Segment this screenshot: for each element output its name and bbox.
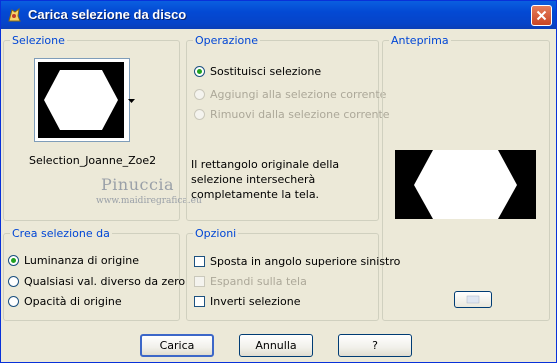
checker-icon bbox=[466, 295, 480, 304]
radio-source-opacity[interactable]: Opacità di origine bbox=[8, 295, 122, 308]
radio-button[interactable] bbox=[8, 276, 19, 287]
radio-source-luminance[interactable]: Luminanza di origine bbox=[8, 254, 139, 267]
load-button[interactable]: Carica bbox=[140, 334, 214, 357]
preview-image bbox=[395, 150, 536, 219]
cancel-button[interactable]: Annulla bbox=[239, 334, 313, 357]
checkbox-move-top-left[interactable]: Sposta in angolo superiore sinistro bbox=[194, 255, 400, 268]
checkbox[interactable] bbox=[194, 256, 205, 267]
preview-shape-icon bbox=[414, 150, 517, 219]
radio-any-nonzero[interactable]: Qualsiasi val. diverso da zero bbox=[8, 275, 185, 288]
options-group-label: Opzioni bbox=[193, 227, 239, 240]
checkbox-invert-selection[interactable]: Inverti selezione bbox=[194, 295, 301, 308]
checkbox-label: Inverti selezione bbox=[210, 295, 301, 308]
radio-button bbox=[194, 89, 205, 100]
checkbox bbox=[194, 276, 205, 287]
title-bar[interactable]: Carica selezione da disco bbox=[1, 1, 556, 29]
dropdown-arrow-icon[interactable] bbox=[128, 97, 135, 105]
radio-label: Luminanza di origine bbox=[24, 254, 139, 267]
load-button-label: Carica bbox=[159, 339, 195, 352]
selection-thumbnail[interactable] bbox=[34, 58, 130, 142]
help-button[interactable]: ? bbox=[338, 334, 412, 357]
window-title: Carica selezione da disco bbox=[28, 7, 187, 22]
radio-remove-selection: Rimuovi dalla selezione corrente bbox=[194, 108, 390, 121]
preview-toggle-button[interactable] bbox=[454, 291, 492, 308]
watermark-name: Pinuccia bbox=[101, 175, 175, 194]
close-icon bbox=[536, 10, 547, 21]
selection-shape-icon bbox=[44, 70, 118, 130]
preview-group-label: Anteprima bbox=[389, 34, 451, 47]
radio-button[interactable] bbox=[8, 296, 19, 307]
radio-add-selection: Aggiungi alla selezione corrente bbox=[194, 88, 386, 101]
radio-button[interactable] bbox=[8, 255, 19, 266]
radio-label: Qualsiasi val. diverso da zero bbox=[24, 275, 186, 288]
radio-button[interactable] bbox=[194, 66, 205, 77]
dialog-window: Carica selezione da disco Selezione Sele… bbox=[0, 0, 557, 363]
checkbox-label: Espandi sulla tela bbox=[210, 275, 307, 288]
create-from-group-label: Crea selezione da bbox=[10, 227, 112, 240]
radio-label: Sostituisci selezione bbox=[210, 65, 322, 78]
radio-replace-selection[interactable]: Sostituisci selezione bbox=[194, 65, 321, 78]
close-button[interactable] bbox=[531, 5, 552, 26]
checkbox[interactable] bbox=[194, 296, 205, 307]
radio-label: Rimuovi dalla selezione corrente bbox=[210, 108, 390, 121]
app-icon bbox=[8, 7, 21, 22]
radio-button bbox=[194, 109, 205, 120]
cancel-button-label: Annulla bbox=[255, 339, 297, 352]
checkbox-expand-canvas: Espandi sulla tela bbox=[194, 275, 307, 288]
radio-label: Opacità di origine bbox=[24, 295, 122, 308]
selection-file-name: Selection_Joanne_Zoe2 bbox=[29, 154, 157, 167]
checkbox-label: Sposta in angolo superiore sinistro bbox=[210, 255, 401, 268]
selection-group-label: Selezione bbox=[10, 34, 67, 47]
radio-label: Aggiungi alla selezione corrente bbox=[210, 88, 387, 101]
operation-group-label: Operazione bbox=[193, 34, 260, 47]
operation-description: Il rettangolo originale della selezione … bbox=[191, 158, 340, 201]
help-button-label: ? bbox=[372, 339, 378, 352]
